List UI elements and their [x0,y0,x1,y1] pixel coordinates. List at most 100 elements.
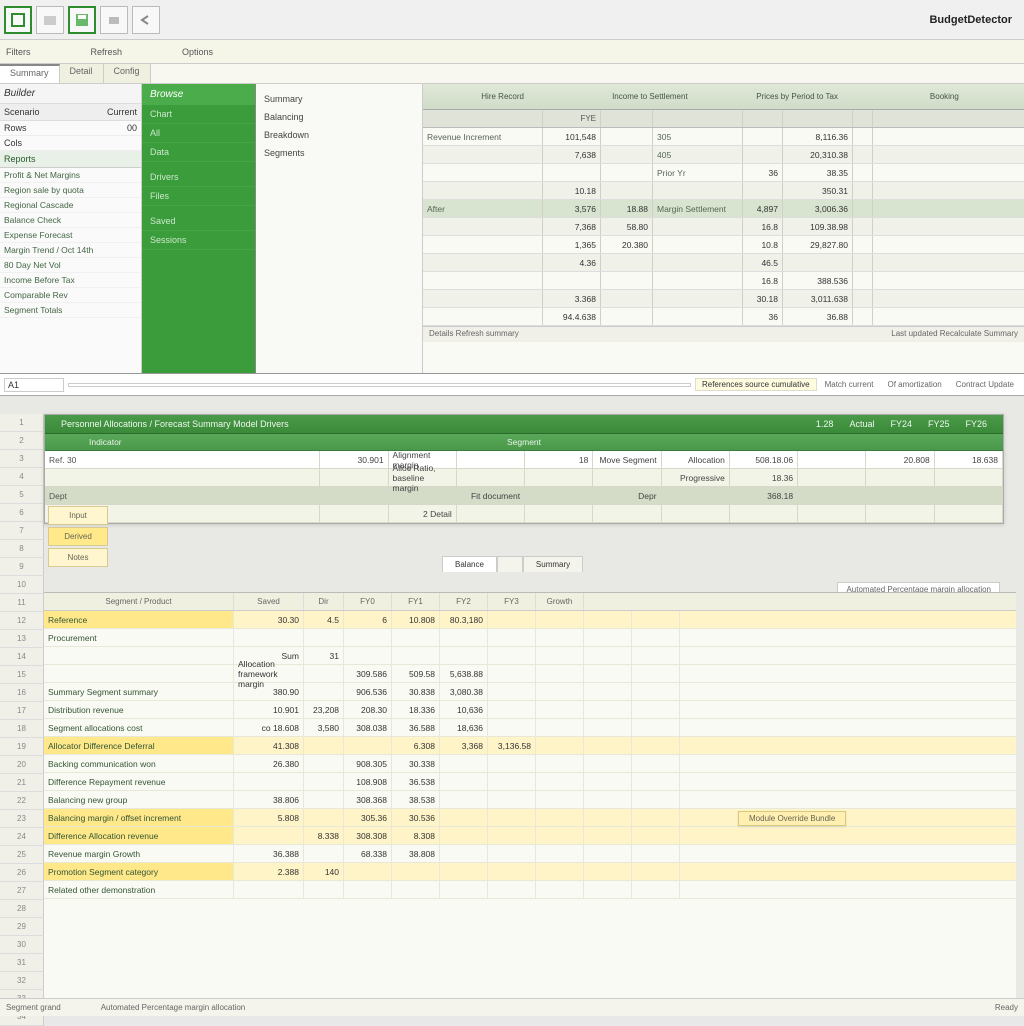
dc-b[interactable]: 26.380 [234,755,304,772]
dc-num[interactable] [584,791,632,808]
cell-label[interactable] [423,182,543,199]
row-head[interactable]: 14 [0,648,44,666]
detail-row[interactable]: Segment allocations costco 18.6083,58030… [44,719,1016,737]
dc-c[interactable] [304,809,344,826]
tool-undo-icon[interactable] [132,6,160,34]
dc-num[interactable] [536,701,584,718]
cell-c2[interactable]: 3.368 [543,290,601,307]
ribbon-options[interactable]: Options [182,47,213,57]
dc-b[interactable]: 10.901 [234,701,304,718]
fx-tag-3[interactable]: Of amortization [881,379,947,390]
link-7[interactable]: Income Before Tax [0,273,141,288]
dc-num[interactable] [488,827,536,844]
detail-row[interactable]: Related other demonstration [44,881,1016,899]
cell-c6[interactable]: 109.38.98 [783,218,853,235]
dc-num[interactable]: 10,636 [440,701,488,718]
link-6[interactable]: 80 Day Net Vol [0,258,141,273]
dc-num[interactable] [488,773,536,790]
tool-open-icon[interactable] [36,6,64,34]
dc-num[interactable] [488,683,536,700]
sb-cell[interactable]: Move Segment [593,451,661,468]
dc-num[interactable] [440,791,488,808]
dc-num[interactable] [488,629,536,646]
dc-num[interactable] [440,845,488,862]
dc-num[interactable]: 10.808 [392,611,440,628]
dc-num[interactable] [632,755,680,772]
row-head[interactable]: 20 [0,756,44,774]
tool-new-icon[interactable] [4,6,32,34]
detail-row[interactable]: Distribution revenue10.90123,208208.3018… [44,701,1016,719]
dc-c[interactable] [304,737,344,754]
side-tab-notes[interactable]: Notes [48,548,108,567]
dc-b[interactable] [234,629,304,646]
dc-num[interactable]: 36.588 [392,719,440,736]
ribbon-filters[interactable]: Filters [6,47,31,57]
dc-num[interactable] [632,809,680,826]
cell-c4[interactable]: 305 [653,128,743,145]
dc-num[interactable]: 18,636 [440,719,488,736]
dc-num[interactable] [440,827,488,844]
cell-c4[interactable] [653,254,743,271]
cell-c6[interactable]: 20,310.38 [783,146,853,163]
cell-c2[interactable]: 7,638 [543,146,601,163]
cell-c3[interactable] [601,182,653,199]
cell-c2[interactable] [543,272,601,289]
sb-label[interactable] [45,469,320,486]
dc-num[interactable] [584,719,632,736]
dc-num[interactable] [536,863,584,880]
cell-flag[interactable] [853,200,873,217]
dc-num[interactable] [536,881,584,898]
link-2[interactable]: Regional Cascade [0,198,141,213]
cell-c3[interactable]: 58.80 [601,218,653,235]
table-row[interactable]: 10.18350.31 [423,182,1024,200]
mid-tab-blank[interactable] [497,556,523,572]
dc-num[interactable] [344,863,392,880]
detail-row[interactable]: Balancing margin / offset increment5.808… [44,809,1016,827]
link-3[interactable]: Balance Check [0,213,141,228]
cell-c6[interactable]: 38.35 [783,164,853,181]
sb-cell[interactable]: 508.18.06 [730,451,798,468]
nav-sessions[interactable]: Sessions [142,231,255,250]
sheet-row[interactable]: Ref. 3030.901Alignment margin18Move Segm… [45,451,1003,469]
row-head[interactable]: 28 [0,900,44,918]
cell-c3[interactable] [601,146,653,163]
row-head[interactable]: 6 [0,504,44,522]
sb-cell[interactable]: 18 [525,451,593,468]
cell-label[interactable] [423,254,543,271]
row-head[interactable]: 12 [0,612,44,630]
row-head[interactable]: 25 [0,846,44,864]
tool-save-icon[interactable] [68,6,96,34]
row-head[interactable]: 9 [0,558,44,576]
dc-num[interactable] [440,809,488,826]
cell-c2[interactable]: 3,576 [543,200,601,217]
table-row[interactable]: Prior Yr3638.35 [423,164,1024,182]
cell-c2[interactable]: 101,548 [543,128,601,145]
detail-row[interactable]: Reference30.304.5610.80880.3,180 [44,611,1016,629]
dc-label[interactable]: Allocator Difference Deferral [44,737,234,754]
sb-cell[interactable] [662,505,730,522]
dc-num[interactable] [536,629,584,646]
dc-num[interactable] [488,665,536,682]
table-row[interactable]: 7,36858.8016.8109.38.98 [423,218,1024,236]
cell-label[interactable] [423,290,543,307]
dc-num[interactable] [488,719,536,736]
dc-num[interactable]: 6.308 [392,737,440,754]
sb-cell[interactable] [593,505,661,522]
dc-c[interactable]: 31 [304,647,344,664]
sb-cell[interactable]: Progressive [662,469,730,486]
sb-label[interactable]: Dept [45,487,320,504]
dc-c[interactable] [304,665,344,682]
row-head[interactable]: 30 [0,936,44,954]
row-head[interactable]: 13 [0,630,44,648]
detail-row[interactable]: Promotion Segment category2.388140 [44,863,1016,881]
row-head[interactable]: 8 [0,540,44,558]
dc-b[interactable]: 38.806 [234,791,304,808]
cell-c4[interactable]: Prior Yr [653,164,743,181]
dc-b[interactable]: 30.30 [234,611,304,628]
cell-flag[interactable] [853,146,873,163]
cell-c5[interactable]: 4,897 [743,200,783,217]
row-head[interactable]: 29 [0,918,44,936]
row-head[interactable]: 21 [0,774,44,792]
dc-num[interactable]: 108.908 [344,773,392,790]
row-head[interactable]: 19 [0,738,44,756]
